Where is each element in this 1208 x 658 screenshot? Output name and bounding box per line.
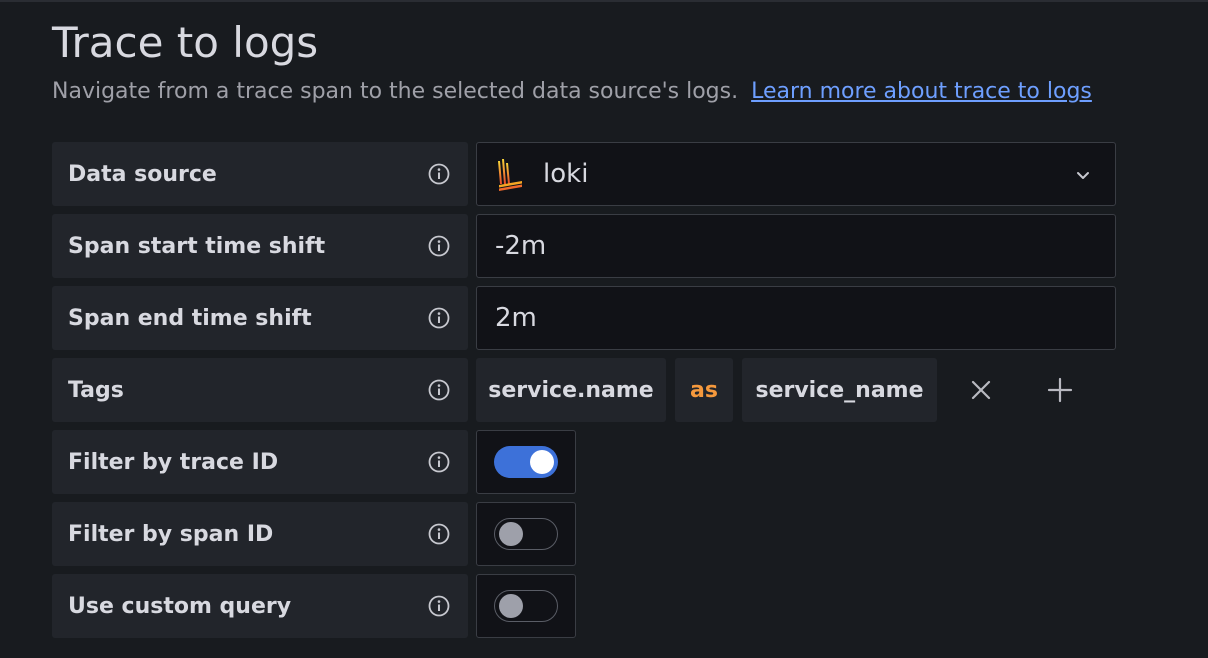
span-end-label-box: Span end time shift xyxy=(52,286,468,350)
info-icon[interactable] xyxy=(428,235,450,257)
filter-trace-id-label-box: Filter by trace ID xyxy=(52,430,468,494)
span-start-input[interactable]: -2m xyxy=(476,214,1116,278)
toggle-knob xyxy=(530,450,554,474)
tags-label: Tags xyxy=(68,377,124,403)
trace-to-logs-section: Trace to logs Navigate from a trace span… xyxy=(52,18,1172,106)
section-title: Trace to logs xyxy=(52,18,319,67)
info-icon[interactable] xyxy=(428,379,450,401)
info-icon[interactable] xyxy=(428,307,450,329)
tags-label-box: Tags xyxy=(52,358,468,422)
custom-query-label-box: Use custom query xyxy=(52,574,468,638)
span-start-value: -2m xyxy=(495,231,547,261)
info-icon[interactable] xyxy=(428,451,450,473)
description-text: Navigate from a trace span to the select… xyxy=(52,79,739,104)
info-icon[interactable] xyxy=(428,523,450,545)
toggle-knob xyxy=(499,594,523,618)
filter-span-id-label: Filter by span ID xyxy=(68,521,274,547)
span-end-value: 2m xyxy=(495,303,537,333)
data-source-value: loki xyxy=(543,159,589,189)
data-source-label-box: Data source xyxy=(52,142,468,206)
learn-more-link[interactable]: Learn more about trace to logs xyxy=(751,79,1092,104)
filter-span-id-toggle-box xyxy=(476,502,576,566)
toggle-knob xyxy=(499,522,523,546)
span-start-label: Span start time shift xyxy=(68,233,326,259)
top-border xyxy=(0,0,1208,2)
chevron-down-icon xyxy=(1077,172,1089,179)
filter-trace-id-label: Filter by trace ID xyxy=(68,449,279,475)
custom-query-toggle[interactable] xyxy=(494,590,558,622)
close-icon[interactable] xyxy=(968,377,994,403)
section-description: Navigate from a trace span to the select… xyxy=(52,78,1172,106)
filter-span-id-toggle[interactable] xyxy=(494,518,558,550)
loki-logo-icon xyxy=(498,159,522,191)
filter-trace-id-toggle-box xyxy=(476,430,576,494)
data-source-label: Data source xyxy=(68,161,217,187)
filter-span-id-label-box: Filter by span ID xyxy=(52,502,468,566)
data-source-select[interactable]: loki xyxy=(476,142,1116,206)
custom-query-toggle-box xyxy=(476,574,576,638)
info-icon[interactable] xyxy=(428,163,450,185)
tag-value-input[interactable]: service_name xyxy=(742,358,937,422)
custom-query-label: Use custom query xyxy=(68,593,292,619)
plus-icon[interactable] xyxy=(1047,377,1073,403)
span-end-input[interactable]: 2m xyxy=(476,286,1116,350)
span-end-label: Span end time shift xyxy=(68,305,312,331)
info-icon[interactable] xyxy=(428,595,450,617)
tag-key-input[interactable]: service.name xyxy=(476,358,666,422)
span-start-label-box: Span start time shift xyxy=(52,214,468,278)
filter-trace-id-toggle[interactable] xyxy=(494,446,558,478)
tag-as-label: as xyxy=(675,358,733,422)
